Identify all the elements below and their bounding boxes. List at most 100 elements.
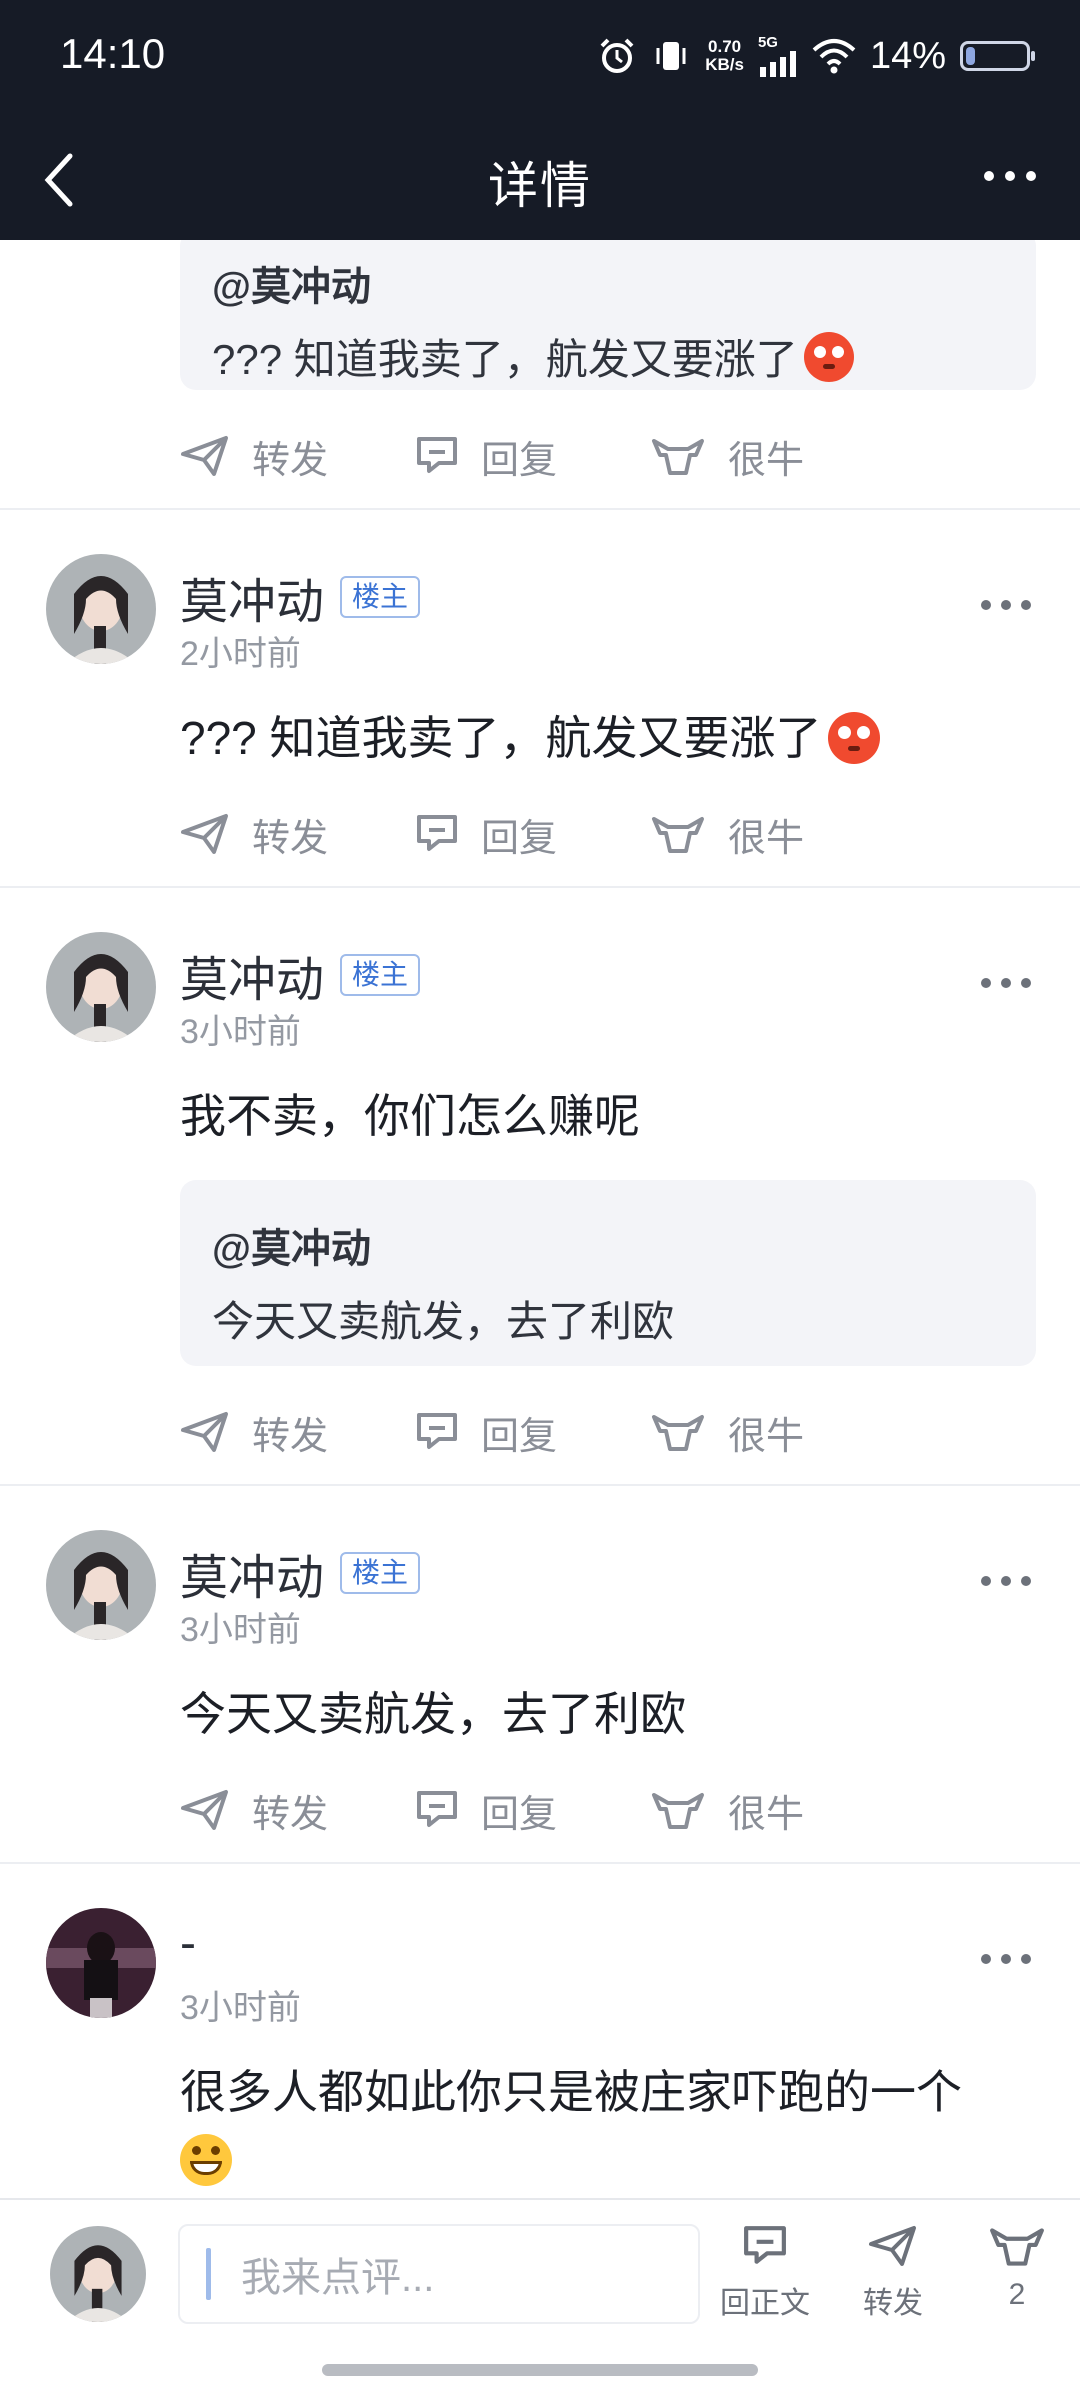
post-time: 2小时前 xyxy=(180,635,301,673)
post-more-button[interactable] xyxy=(976,590,1036,620)
vibrate-icon xyxy=(656,42,686,70)
like-button[interactable]: 很牛 xyxy=(650,1405,885,1460)
avatar[interactable] xyxy=(46,1908,156,2018)
post-time: 3小时前 xyxy=(180,1013,301,1051)
signal-icon xyxy=(759,51,796,77)
forward-button[interactable]: 转发 xyxy=(180,429,415,484)
avatar-image xyxy=(46,1530,156,1640)
battery-level xyxy=(966,47,975,65)
send-icon xyxy=(181,1412,228,1452)
home-indicator[interactable] xyxy=(322,2364,758,2376)
comment-feed[interactable]: @莫冲动 ??? 知道我卖了，航发又要涨了 转发 回复 很牛 莫冲动 楼主 2小… xyxy=(0,240,1080,2198)
comment-input[interactable]: 我来点评... xyxy=(178,2224,700,2324)
like-button[interactable]: 很牛 xyxy=(650,1783,885,1838)
network-indicator: 5G xyxy=(758,35,798,77)
forward-button[interactable]: 转发 xyxy=(180,807,415,862)
page-title: 详情 xyxy=(488,158,592,214)
forward-button[interactable]: 转发 xyxy=(180,1783,415,1838)
more-horizontal-icon xyxy=(984,171,1036,181)
alarm-icon xyxy=(600,38,634,73)
divider xyxy=(0,1862,1080,1864)
battery-percent: 14% xyxy=(869,34,946,77)
action-row: 转发 回复 很牛 xyxy=(180,1402,885,1462)
bull-icon xyxy=(652,1793,704,1829)
bull-icon xyxy=(652,817,704,853)
quote-user[interactable]: @莫冲动 xyxy=(212,1180,1004,1274)
divider xyxy=(0,508,1080,510)
comment-icon xyxy=(417,437,457,473)
action-row: 转发 回复 很牛 xyxy=(180,1780,885,1840)
send-icon xyxy=(181,436,228,476)
send-icon xyxy=(181,1790,228,1830)
flushed-face-icon xyxy=(827,712,880,764)
my-avatar[interactable] xyxy=(50,2226,146,2322)
post-author: - xyxy=(180,1916,196,1971)
post-author: 莫冲动 楼主 xyxy=(180,1538,421,1608)
post-body[interactable]: 很多人都如此你只是被庄家吓跑的一个 xyxy=(180,2060,1040,2188)
action-row: 转发 回复 很牛 xyxy=(180,804,885,864)
reply-button[interactable]: 回复 xyxy=(415,429,650,484)
quote-text: 今天又卖航发，去了利欧 xyxy=(212,1298,675,1345)
post-author: 莫冲动 楼主 xyxy=(180,940,421,1010)
divider xyxy=(0,1484,1080,1486)
quote-text: ??? 知道我卖了，航发又要涨了 xyxy=(212,336,798,383)
op-badge: 楼主 xyxy=(340,576,421,618)
quoted-comment[interactable]: @莫冲动 今天又卖航发，去了利欧 xyxy=(180,1180,1036,1366)
send-icon xyxy=(869,2226,916,2266)
text-cursor xyxy=(206,2248,211,2300)
post-more-button[interactable] xyxy=(976,968,1036,998)
op-badge: 楼主 xyxy=(340,1552,421,1594)
grinning-face-icon xyxy=(180,2133,232,2186)
comment-placeholder: 我来点评... xyxy=(241,2256,435,2300)
more-options-button[interactable] xyxy=(980,156,1040,196)
post-body[interactable]: 今天又卖航发，去了利欧 xyxy=(180,1682,1040,1746)
author-name[interactable]: 莫冲动 xyxy=(180,940,324,1010)
avatar-image xyxy=(46,554,156,664)
like-button[interactable]: 很牛 xyxy=(650,429,885,484)
wifi-icon xyxy=(812,39,856,74)
post-more-button[interactable] xyxy=(976,1944,1036,1974)
post-time: 3小时前 xyxy=(180,1989,301,2027)
nav-header: 详情 xyxy=(0,110,1080,240)
avatar-image xyxy=(46,932,156,1042)
quoted-comment[interactable]: @莫冲动 ??? 知道我卖了，航发又要涨了 xyxy=(180,240,1036,390)
quote-user[interactable]: @莫冲动 xyxy=(212,240,1004,312)
comment-icon xyxy=(417,815,457,851)
more-horizontal-icon xyxy=(981,600,1031,610)
avatar-image xyxy=(50,2226,146,2322)
status-icons: 0.70 KB/s 5G 14% xyxy=(597,30,1035,82)
more-horizontal-icon xyxy=(981,1576,1031,1586)
reply-to-post-button[interactable]: 回正文 xyxy=(710,2224,820,2322)
avatar[interactable] xyxy=(46,554,156,664)
author-name[interactable]: 莫冲动 xyxy=(180,1538,324,1608)
post-author: 莫冲动 楼主 xyxy=(180,562,421,632)
comment-icon xyxy=(744,2226,786,2264)
divider xyxy=(0,886,1080,888)
more-horizontal-icon xyxy=(981,1954,1031,1964)
send-icon xyxy=(181,814,228,854)
avatar[interactable] xyxy=(46,1530,156,1640)
status-bar: 14:10 0.70 KB/s 5G 14% xyxy=(0,0,1080,110)
reply-button[interactable]: 回复 xyxy=(415,807,650,862)
post-body[interactable]: 我不卖，你们怎么赚呢 xyxy=(180,1084,1040,1148)
reply-button[interactable]: 回复 xyxy=(415,1405,650,1460)
forward-button[interactable]: 转发 xyxy=(180,1405,415,1460)
reply-button[interactable]: 回复 xyxy=(415,1783,650,1838)
author-name[interactable]: 莫冲动 xyxy=(180,562,324,632)
like-post-button[interactable]: 2 xyxy=(962,2224,1072,2312)
bull-icon xyxy=(990,2228,1044,2266)
comment-icon xyxy=(417,1791,457,1827)
author-name[interactable]: - xyxy=(180,1916,196,1971)
action-row: 转发 回复 很牛 xyxy=(180,426,885,486)
forward-post-button[interactable]: 转发 xyxy=(838,2224,948,2322)
flushed-face-icon xyxy=(803,331,854,382)
more-horizontal-icon xyxy=(981,978,1031,988)
avatar-image xyxy=(46,1908,156,2018)
like-button[interactable]: 很牛 xyxy=(650,807,885,862)
post-body[interactable]: ??? 知道我卖了，航发又要涨了 xyxy=(180,706,1040,770)
post-more-button[interactable] xyxy=(976,1566,1036,1596)
comment-icon xyxy=(417,1413,457,1449)
bull-icon xyxy=(652,439,704,475)
post-time: 3小时前 xyxy=(180,1611,301,1649)
avatar[interactable] xyxy=(46,932,156,1042)
